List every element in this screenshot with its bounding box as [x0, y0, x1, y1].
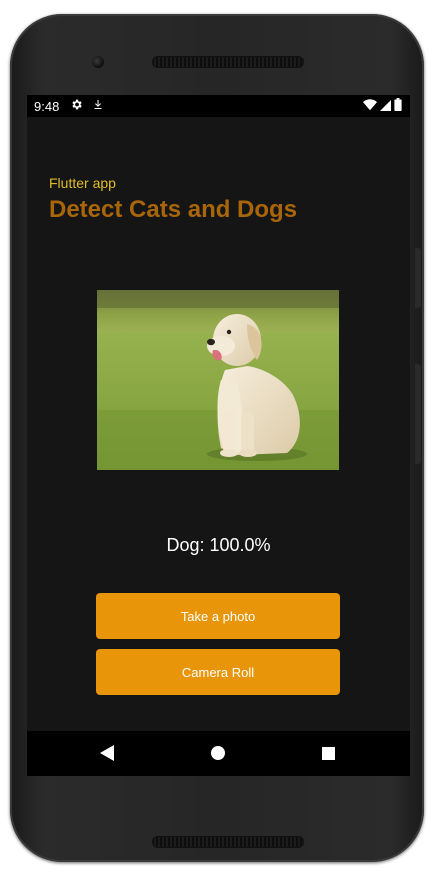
back-icon[interactable] — [97, 743, 117, 763]
cellular-signal-icon — [380, 99, 391, 114]
settings-icon — [70, 98, 83, 114]
top-speaker — [152, 56, 304, 68]
status-bar: 9:48 — [27, 95, 410, 117]
bottom-speaker — [152, 836, 304, 848]
navigation-bar — [27, 731, 410, 776]
home-icon[interactable] — [208, 743, 228, 763]
status-icons-left — [70, 97, 104, 115]
dog-photo — [97, 290, 339, 470]
app-subtitle: Flutter app — [49, 175, 116, 191]
power-button[interactable] — [415, 248, 421, 308]
download-icon — [92, 98, 104, 114]
take-photo-button[interactable]: Take a photo — [96, 593, 340, 639]
camera-roll-button[interactable]: Camera Roll — [96, 649, 340, 695]
front-camera — [92, 56, 104, 68]
recents-icon[interactable] — [318, 743, 338, 763]
status-time: 9:48 — [34, 99, 60, 114]
prediction-result: Dog: 100.0% — [166, 535, 271, 555]
page-title: Detect Cats and Dogs — [49, 196, 298, 223]
volume-button[interactable] — [415, 364, 421, 464]
status-icons-right — [363, 98, 402, 114]
screen: 9:48 Flutter app Detect Cats and Dogs Do… — [27, 95, 410, 776]
wifi-icon — [363, 98, 377, 114]
battery-icon — [394, 98, 402, 114]
